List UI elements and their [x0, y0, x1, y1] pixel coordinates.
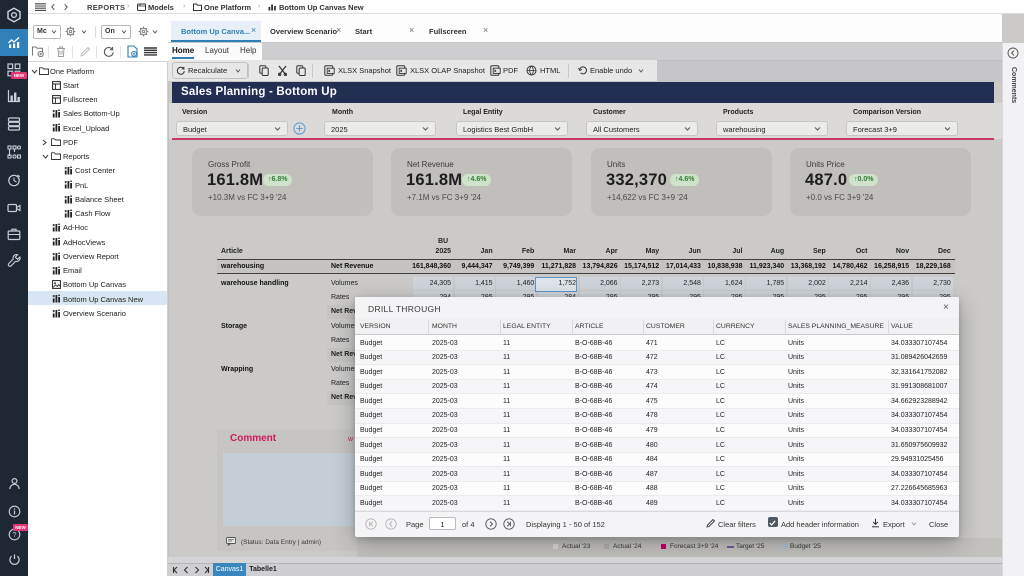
svg-text:?: ?: [12, 530, 16, 539]
